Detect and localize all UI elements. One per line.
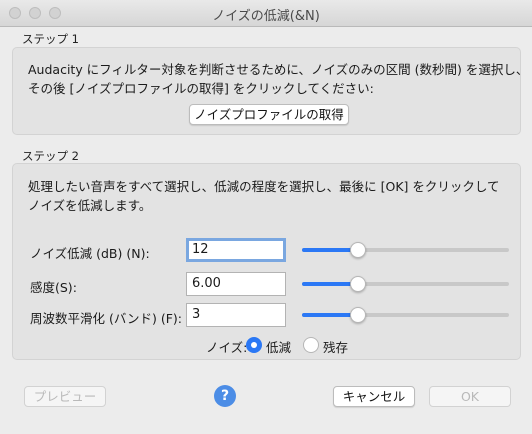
step2-instruction-line2: ノイズを低減します。	[28, 198, 152, 213]
noise-mode-label: ノイズ:	[206, 340, 248, 355]
radio-residue-label[interactable]: 残存	[323, 337, 348, 356]
window-title: ノイズの低減(&N)	[212, 9, 320, 24]
preview-button[interactable]: プレビュー	[24, 386, 106, 407]
step1-box: Audacity にフィルター対象を判断させるために、ノイズのみの区間 (数秒間…	[12, 47, 528, 135]
radio-reduce-label[interactable]: 低減	[266, 337, 291, 356]
radio-residue[interactable]	[303, 337, 319, 353]
step2-label: ステップ 2	[22, 149, 79, 163]
cancel-button[interactable]: キャンセル	[333, 386, 415, 407]
frequency-smoothing-input[interactable]: 3	[186, 303, 286, 327]
noise-reduction-label: ノイズ低減 (dB) (N):	[30, 246, 150, 261]
ok-button[interactable]: OK	[429, 386, 511, 407]
step1-instruction-line2: その後 [ノイズプロファイルの取得] をクリックしてください:	[28, 81, 374, 96]
sensitivity-slider[interactable]	[302, 276, 509, 292]
step1-instruction-line1: Audacity にフィルター対象を判断させるために、ノイズのみの区間 (数秒間…	[28, 62, 529, 77]
step2-box: 処理したい音声をすべて選択し、低減の程度を選択し、最後に [OK] をクリックし…	[12, 163, 521, 360]
noise-reduction-input[interactable]: 12	[186, 238, 286, 262]
step2-instruction-line1: 処理したい音声をすべて選択し、低減の程度を選択し、最後に [OK] をクリックし…	[28, 179, 500, 194]
noise-reduction-slider[interactable]	[302, 242, 509, 258]
sensitivity-input[interactable]: 6.00	[186, 272, 286, 296]
sensitivity-slider-thumb[interactable]	[350, 276, 366, 292]
frequency-smoothing-slider[interactable]	[302, 307, 509, 323]
frequency-smoothing-label: 周波数平滑化 (バンド) (F):	[30, 311, 182, 326]
radio-reduce[interactable]	[246, 337, 262, 353]
get-noise-profile-button[interactable]: ノイズプロファイルの取得	[189, 104, 349, 125]
step1-label: ステップ 1	[22, 32, 79, 46]
help-icon[interactable]: ?	[214, 385, 236, 407]
sensitivity-label: 感度(S):	[30, 280, 77, 295]
noise-reduction-slider-thumb[interactable]	[350, 242, 366, 258]
title-bar: ノイズの低減(&N)	[0, 0, 532, 27]
frequency-smoothing-slider-thumb[interactable]	[350, 307, 366, 323]
